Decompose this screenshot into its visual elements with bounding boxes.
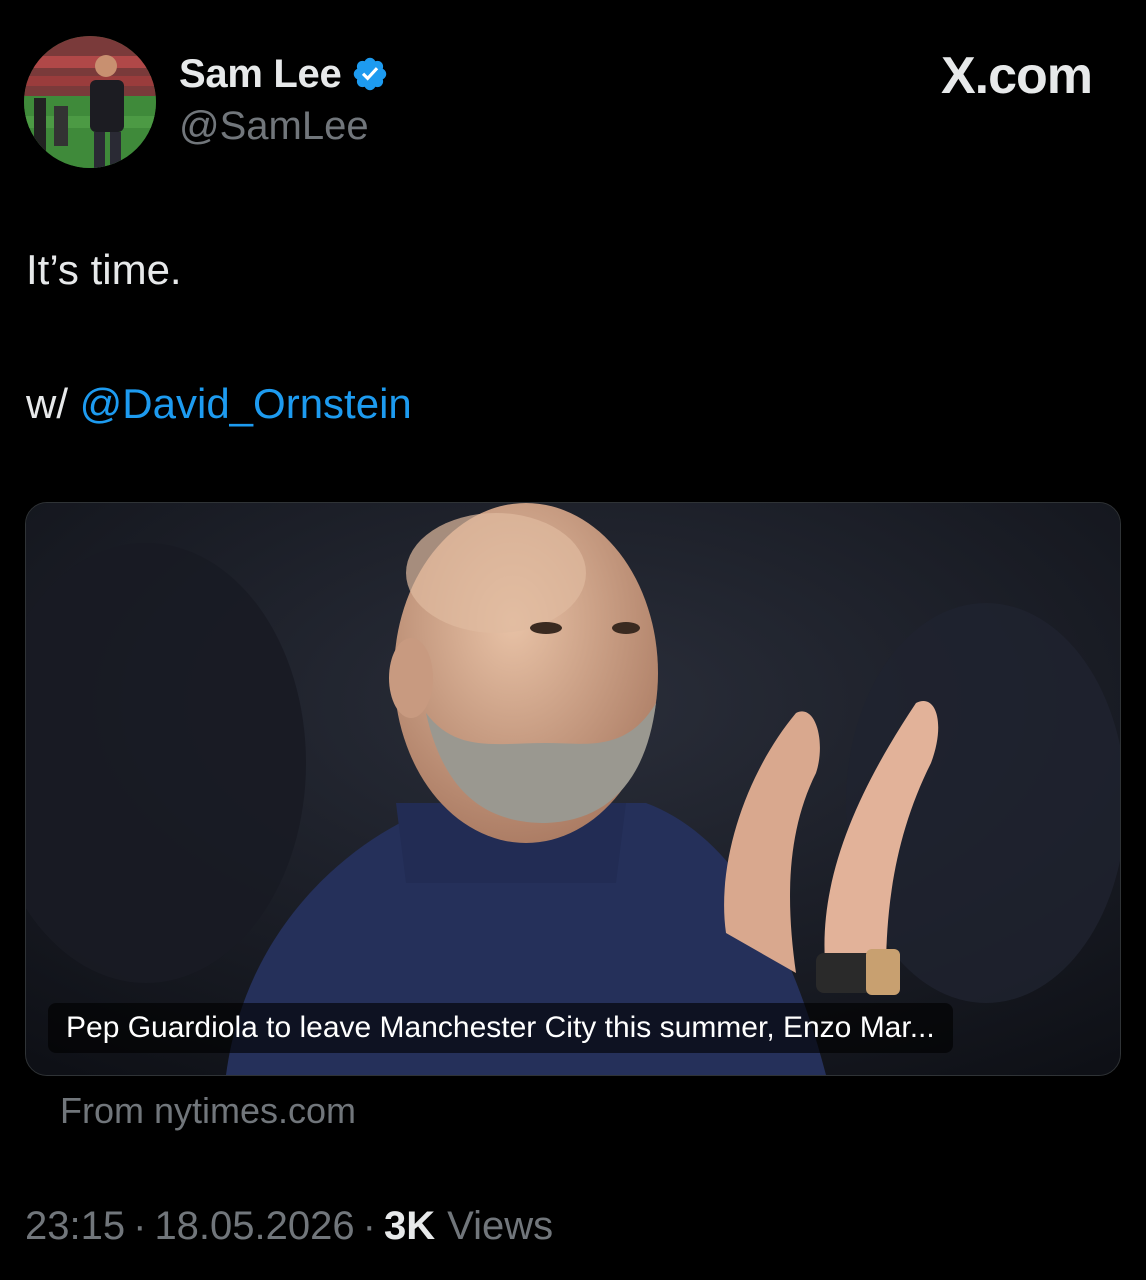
views-label: Views	[447, 1204, 554, 1248]
avatar-image	[24, 36, 156, 168]
card-source[interactable]: From nytimes.com	[60, 1090, 356, 1132]
card-image	[26, 503, 1120, 1075]
verified-badge-icon	[351, 55, 389, 93]
meta-separator: ·	[362, 1204, 376, 1248]
author-handle[interactable]: @SamLee	[179, 104, 369, 149]
author-name-row[interactable]: Sam Lee	[179, 50, 389, 98]
tweet-date[interactable]: 18.05.2026	[154, 1204, 354, 1249]
brand-wordmark: X.com	[940, 47, 1093, 105]
avatar[interactable]	[24, 36, 156, 168]
tweet-text-line1: It’s time.	[26, 246, 182, 293]
tweet-time[interactable]: 23:15	[25, 1204, 125, 1249]
display-name[interactable]: Sam Lee	[179, 52, 342, 97]
mention-link[interactable]: @David_Ornstein	[80, 380, 412, 427]
tweet-meta: 23:15 · 18.05.2026 · 3K Views	[25, 1204, 553, 1249]
link-card[interactable]: Pep Guardiola to leave Manchester City t…	[25, 502, 1121, 1076]
meta-separator: ·	[133, 1204, 147, 1248]
views-count: 3K	[383, 1204, 436, 1248]
tweet-text-prefix: w/	[26, 380, 80, 427]
tweet-text-line2: w/ @David_Ornstein	[26, 380, 412, 428]
card-headline: Pep Guardiola to leave Manchester City t…	[48, 1003, 953, 1053]
